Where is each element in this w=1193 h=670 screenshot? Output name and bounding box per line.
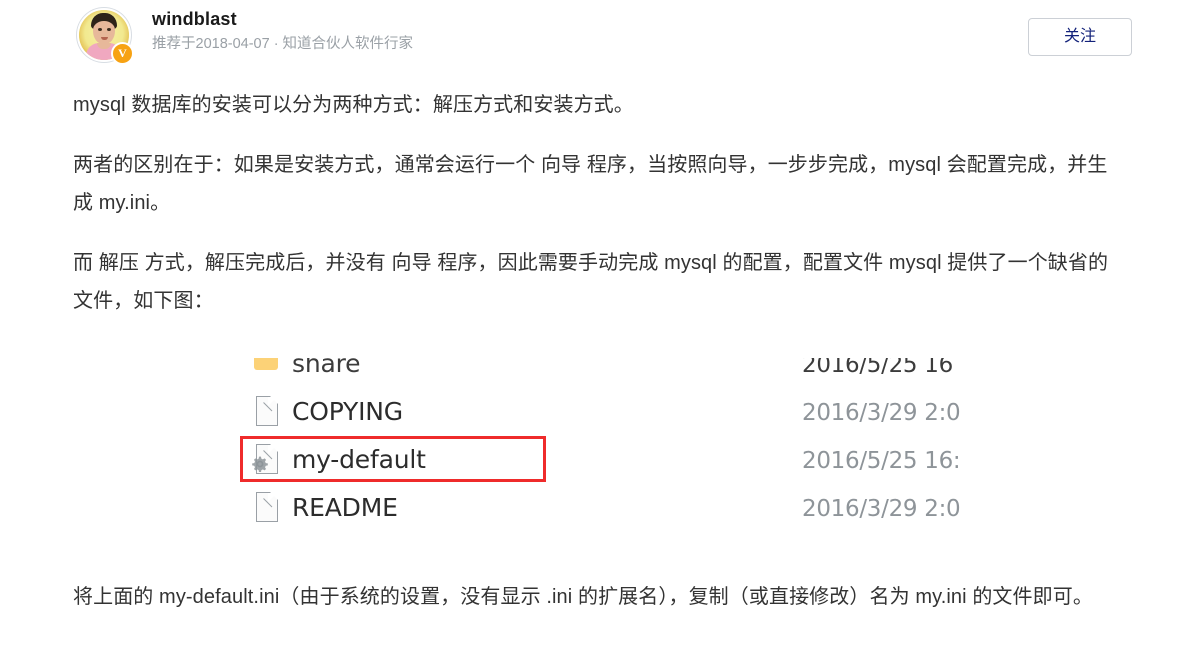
file-name: my-default xyxy=(292,445,426,474)
file-row[interactable]: share 2016/5/25 16 xyxy=(230,358,986,388)
file-date: 2016/3/29 2:0 xyxy=(802,400,961,426)
folder-body xyxy=(254,358,278,370)
file-row[interactable]: COPYING 2016/3/29 2:0 xyxy=(230,388,986,436)
author-block: windblast 推荐于2018-04-07 · 知道合伙人软件行家 xyxy=(152,7,413,55)
document-icon xyxy=(252,393,281,428)
document-fold-line xyxy=(263,489,281,508)
portrait-eye-right xyxy=(107,28,111,31)
answer-header: V windblast 推荐于2018-04-07 · 知道合伙人软件行家 关注 xyxy=(0,0,1193,74)
config-document-icon xyxy=(252,441,281,476)
follow-button[interactable]: 关注 xyxy=(1028,18,1132,56)
author-name[interactable]: windblast xyxy=(152,7,413,31)
paragraph-1: mysql 数据库的安装可以分为两种方式：解压方式和安装方式。 xyxy=(73,94,634,116)
author-meta: 推荐于2018-04-07 · 知道合伙人软件行家 xyxy=(152,36,414,52)
file-name: README xyxy=(292,493,398,522)
gear-icon xyxy=(252,456,268,472)
file-date: 2016/3/29 2:0 xyxy=(802,496,961,522)
file-name: share xyxy=(292,358,361,378)
document-sheet xyxy=(256,489,281,522)
portrait-eye-left xyxy=(98,28,102,31)
folder-icon xyxy=(254,358,280,372)
file-name: COPYING xyxy=(292,397,403,426)
answer-body: mysql 数据库的安装可以分为两种方式：解压方式和安装方式。 两者的区别在于：… xyxy=(73,86,1123,338)
portrait-face xyxy=(93,21,115,44)
embedded-screenshot[interactable]: share 2016/5/25 16 COPYING 2016/3/29 2:0 xyxy=(230,358,986,536)
paragraph-2: 两者的区别在于：如果是安装方式，通常会运行一个 向导 程序，当按照向导，一步步完… xyxy=(73,154,1108,214)
document-sheet xyxy=(256,393,281,426)
answer-body-closing: 将上面的 my-default.ini（由于系统的设置，没有显示 .ini 的扩… xyxy=(73,578,1125,638)
paragraph-3: 而 解压 方式，解压完成后，并没有 向导 程序，因此需要手动完成 mysql 的… xyxy=(73,252,1109,312)
document-icon xyxy=(252,489,281,524)
file-list: share 2016/5/25 16 COPYING 2016/3/29 2:0 xyxy=(230,358,986,532)
file-date: 2016/5/25 16: xyxy=(802,448,961,474)
file-date: 2016/5/25 16 xyxy=(802,358,953,378)
verified-badge-icon: V xyxy=(111,42,134,65)
file-row[interactable]: README 2016/3/29 2:0 xyxy=(230,484,986,532)
document-fold-line xyxy=(263,393,281,412)
paragraph-4: 将上面的 my-default.ini（由于系统的设置，没有显示 .ini 的扩… xyxy=(73,586,1093,608)
file-row-my-default[interactable]: my-default 2016/5/25 16: xyxy=(230,436,986,484)
avatar[interactable]: V xyxy=(77,8,134,65)
